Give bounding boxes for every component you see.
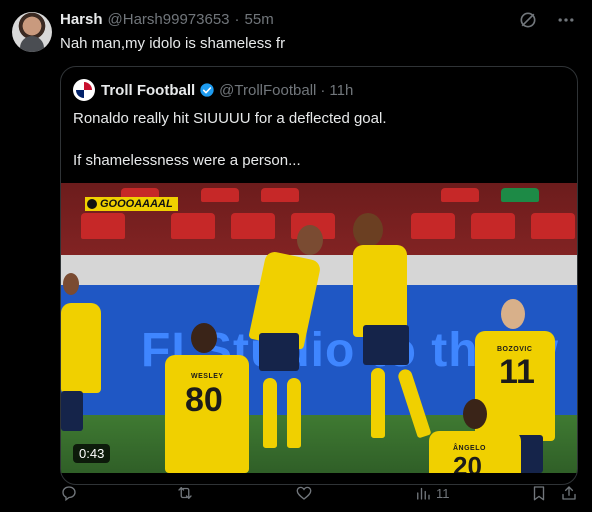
more-icon[interactable] [556, 10, 576, 30]
reply-icon [62, 486, 76, 502]
tweet-time[interactable]: 55m [245, 11, 274, 28]
grok-icon[interactable] [518, 10, 538, 30]
header-actions [518, 10, 576, 30]
bookmark-button[interactable] [530, 484, 548, 502]
retweet-icon [178, 487, 192, 499]
shirt-number-11: 11 [499, 353, 535, 391]
author-handle[interactable]: @Harsh99973653 [108, 11, 230, 28]
retweet-button[interactable] [176, 484, 194, 502]
separator-dot: · [234, 11, 240, 28]
tweet-text: Nah man,my idolo is shameless fr [60, 35, 286, 52]
quote-author-handle[interactable]: @TrollFootball [219, 82, 316, 99]
quote-author-name[interactable]: Troll Football [101, 82, 195, 99]
goal-caption-text: GOOOAAAAL [100, 198, 173, 210]
football-icon [87, 199, 97, 209]
quote-text-line-2: If shamelessness were a person... [73, 152, 301, 169]
shirt-number-20: 20 [453, 451, 482, 473]
views-button[interactable]: 11 [414, 484, 450, 502]
shirt-name-bozovic: BOZOVIC [497, 346, 533, 353]
share-button[interactable] [560, 484, 578, 502]
bookmark-icon [533, 486, 545, 501]
quoted-tweet[interactable]: Troll Football @TrollFootball · 11h Rona… [60, 66, 578, 485]
views-count: 11 [436, 485, 450, 501]
quote-text-line-1: Ronaldo really hit SIUUUU for a deflecte… [73, 110, 387, 127]
quote-separator-dot: · [320, 81, 326, 99]
shirt-name-wesley: WESLEY [191, 373, 224, 380]
quote-header: Troll Football @TrollFootball · 11h [73, 79, 353, 101]
verified-badge-icon [200, 83, 214, 97]
author-name[interactable]: Harsh [60, 11, 103, 28]
goal-caption: GOOOAAAAL [85, 197, 178, 211]
like-icon [296, 486, 312, 500]
video-duration: 0:43 [73, 444, 111, 463]
views-icon [417, 487, 430, 500]
video-player[interactable]: FI Studio to the w WESLEY 80 BOZOVIC 11 … [61, 183, 577, 473]
tweet-actions: 11 [60, 484, 584, 508]
quote-avatar[interactable] [73, 79, 95, 101]
author-avatar[interactable] [12, 12, 52, 52]
share-icon [562, 486, 576, 500]
like-button[interactable] [295, 484, 313, 502]
reply-button[interactable] [60, 484, 78, 502]
tweet-header: Harsh @Harsh99973653 · 55m [60, 11, 532, 31]
shirt-number-80: 80 [185, 381, 223, 419]
quote-time[interactable]: 11h [329, 82, 353, 99]
